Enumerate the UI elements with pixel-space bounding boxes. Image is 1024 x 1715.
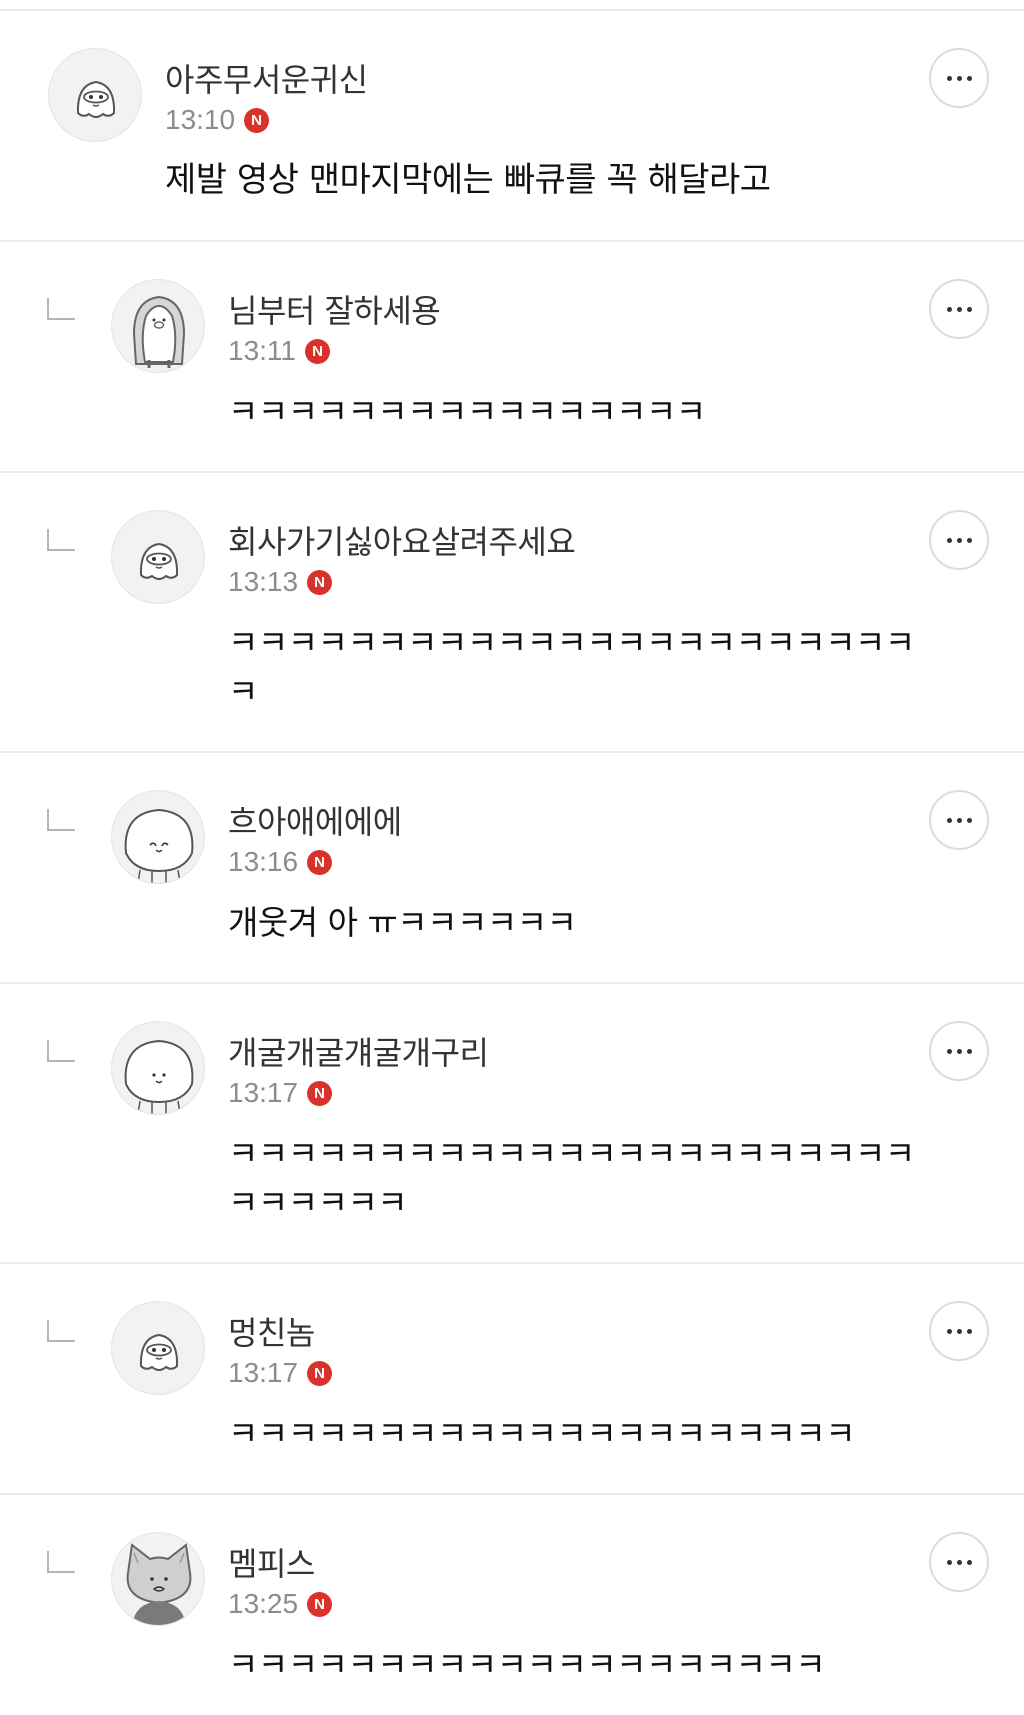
- comment-meta: 13:10 N: [165, 104, 270, 136]
- comment-time: 13:11: [228, 335, 296, 366]
- comment-meta: 13:17 N: [228, 1357, 333, 1389]
- more-dots-icon: [966, 817, 972, 823]
- new-badge-icon: N: [244, 107, 270, 133]
- new-badge-icon: N: [307, 1080, 333, 1106]
- reply-arrow-icon: [47, 1040, 75, 1062]
- comment-time: 13:13: [228, 566, 299, 597]
- comment-author[interactable]: 님부터 잘하세용: [228, 286, 441, 332]
- bun-avatar[interactable]: [111, 1021, 205, 1115]
- reply-item: 개굴개굴걔굴개구리 13:17 N ㅋㅋㅋㅋㅋㅋㅋㅋㅋㅋㅋㅋㅋㅋㅋㅋㅋㅋㅋㅋㅋㅋ…: [0, 984, 1024, 1264]
- cat-avatar[interactable]: [111, 1532, 205, 1626]
- reply-arrow-icon: [47, 1320, 75, 1342]
- more-dots-icon: [946, 1048, 952, 1054]
- more-options-button[interactable]: [929, 790, 989, 850]
- more-dots-icon: [956, 306, 962, 312]
- more-dots-icon: [946, 1559, 952, 1565]
- new-badge-icon: N: [305, 338, 330, 364]
- comment-item: 아주무서운귀신 13:10 N 제발 영상 맨마지막에는 빠큐를 꼭 해달라고: [0, 11, 1024, 242]
- new-badge-icon: N: [307, 1591, 333, 1617]
- more-dots-icon: [966, 75, 972, 81]
- reply-item: 멤피스 13:25 N ㅋㅋㅋㅋㅋㅋㅋㅋㅋㅋㅋㅋㅋㅋㅋㅋㅋㅋㅋㅋ: [0, 1495, 1024, 1715]
- more-dots-icon: [966, 1328, 972, 1334]
- reply-item: 님부터 잘하세용 13:11 N ㅋㅋㅋㅋㅋㅋㅋㅋㅋㅋㅋㅋㅋㅋㅋㅋ: [0, 242, 1024, 473]
- comment-meta: 13:25 N: [228, 1588, 333, 1620]
- comment-meta: 13:11 N: [228, 335, 330, 367]
- ghost-avatar[interactable]: [48, 48, 142, 142]
- more-options-button[interactable]: [929, 1301, 989, 1361]
- comment-text: ㅋㅋㅋㅋㅋㅋㅋㅋㅋㅋㅋㅋㅋㅋㅋㅋㅋㅋㅋㅋㅋ: [228, 1414, 856, 1453]
- more-dots-icon: [956, 1559, 962, 1565]
- more-dots-icon: [956, 1328, 962, 1334]
- new-badge-icon: N: [307, 569, 333, 595]
- comment-text: ㅋㅋㅋㅋㅋㅋㅋㅋㅋㅋㅋㅋㅋㅋㅋㅋㅋㅋㅋㅋㅋㅋㅋ ㅋㅋㅋㅋㅋㅋ: [228, 1134, 915, 1222]
- reply-item: 멍친놈 13:17 N ㅋㅋㅋㅋㅋㅋㅋㅋㅋㅋㅋㅋㅋㅋㅋㅋㅋㅋㅋㅋㅋ: [0, 1264, 1024, 1495]
- comment-text: ㅋㅋㅋㅋㅋㅋㅋㅋㅋㅋㅋㅋㅋㅋㅋㅋㅋㅋㅋㅋㅋㅋㅋ ㅋ: [228, 623, 915, 711]
- comment-time: 13:25: [228, 1588, 299, 1619]
- comment-time: 13:17: [228, 1077, 299, 1108]
- reply-item: 회사가기싫아요살려주세요 13:13 N ㅋㅋㅋㅋㅋㅋㅋㅋㅋㅋㅋㅋㅋㅋㅋㅋㅋㅋㅋ…: [0, 473, 1024, 753]
- more-dots-icon: [946, 75, 952, 81]
- new-badge-icon: N: [307, 849, 333, 875]
- comment-time: 13:10: [165, 104, 236, 135]
- more-dots-icon: [956, 817, 962, 823]
- more-dots-icon: [946, 537, 952, 543]
- comment-time: 13:17: [228, 1357, 299, 1388]
- comment-author[interactable]: 흐아애에에에: [228, 797, 402, 843]
- comment-author[interactable]: 멤피스: [228, 1539, 315, 1585]
- more-dots-icon: [956, 75, 962, 81]
- reply-arrow-icon: [47, 809, 75, 831]
- new-badge-icon: N: [307, 1360, 333, 1386]
- more-dots-icon: [956, 537, 962, 543]
- comment-meta: 13:17 N: [228, 1077, 333, 1109]
- comment-meta: 13:16 N: [228, 846, 333, 878]
- comment-text: 제발 영상 맨마지막에는 빠큐를 꼭 해달라고: [165, 160, 771, 200]
- more-options-button[interactable]: [929, 510, 989, 570]
- reply-item: 흐아애에에에 13:16 N 개웃겨 아 ㅠㅋㅋㅋㅋㅋㅋ: [0, 753, 1024, 984]
- comment-author[interactable]: 개굴개굴걔굴개구리: [228, 1028, 489, 1074]
- more-options-button[interactable]: [929, 1532, 989, 1592]
- penguin-avatar[interactable]: [111, 279, 205, 373]
- more-options-button[interactable]: [929, 279, 989, 339]
- more-dots-icon: [966, 306, 972, 312]
- reply-arrow-icon: [47, 1551, 75, 1573]
- comment-time: 13:16: [228, 846, 299, 877]
- reply-arrow-icon: [47, 298, 75, 320]
- more-dots-icon: [946, 1328, 952, 1334]
- more-dots-icon: [946, 306, 952, 312]
- more-dots-icon: [946, 817, 952, 823]
- ghost-avatar[interactable]: [111, 1301, 205, 1395]
- ghost-avatar[interactable]: [111, 510, 205, 604]
- comment-author[interactable]: 멍친놈: [228, 1308, 315, 1354]
- more-dots-icon: [966, 1559, 972, 1565]
- more-dots-icon: [966, 1048, 972, 1054]
- comment-meta: 13:13 N: [228, 566, 333, 598]
- comment-author[interactable]: 회사가기싫아요살려주세요: [228, 517, 576, 563]
- more-options-button[interactable]: [929, 1021, 989, 1081]
- more-dots-icon: [966, 537, 972, 543]
- more-options-button[interactable]: [929, 48, 989, 108]
- comment-author[interactable]: 아주무서운귀신: [165, 55, 368, 101]
- reply-arrow-icon: [47, 529, 75, 551]
- comment-text: ㅋㅋㅋㅋㅋㅋㅋㅋㅋㅋㅋㅋㅋㅋㅋㅋㅋㅋㅋㅋ: [228, 1645, 826, 1684]
- bun-avatar[interactable]: [111, 790, 205, 884]
- more-dots-icon: [956, 1048, 962, 1054]
- comment-text: ㅋㅋㅋㅋㅋㅋㅋㅋㅋㅋㅋㅋㅋㅋㅋㅋ: [228, 392, 706, 431]
- comment-text: 개웃겨 아 ㅠㅋㅋㅋㅋㅋㅋ: [228, 903, 577, 942]
